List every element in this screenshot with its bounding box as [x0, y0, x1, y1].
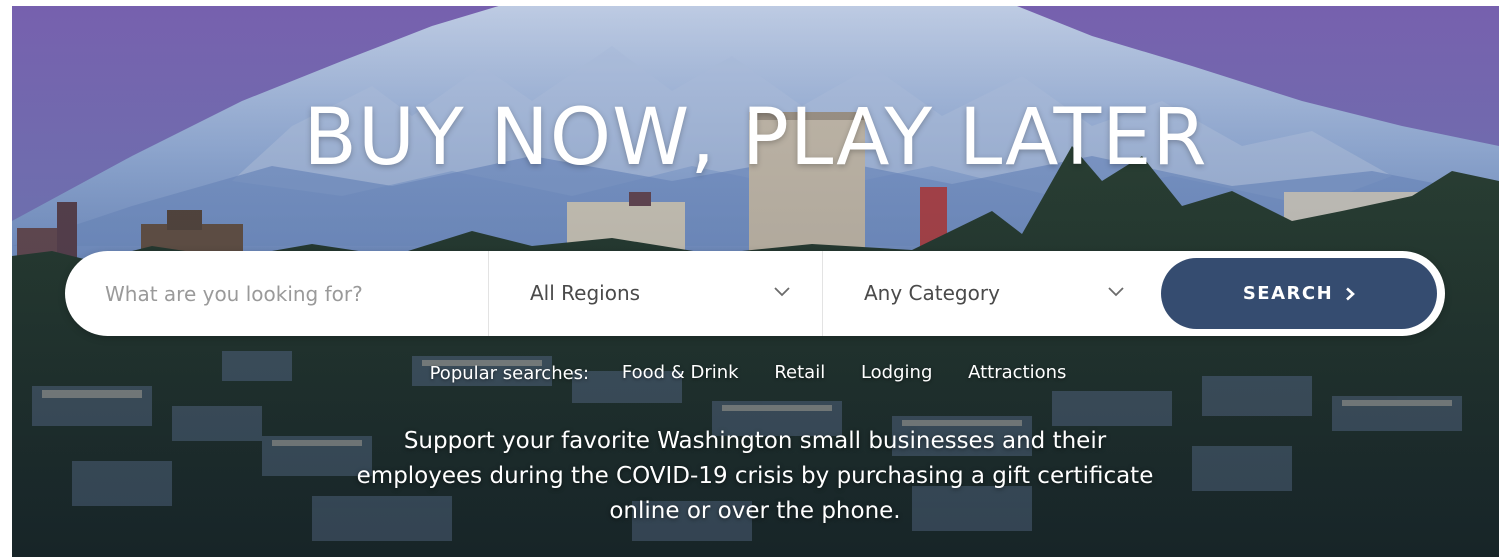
chevron-right-icon: [1346, 287, 1356, 300]
chevron-down-icon: [774, 287, 790, 297]
hero-headline: BUY NOW, PLAY LATER: [303, 93, 1208, 183]
popular-link-retail[interactable]: Retail: [774, 362, 825, 383]
popular-link-food-drink[interactable]: Food & Drink: [622, 362, 739, 383]
region-select-value: All Regions: [530, 281, 641, 305]
popular-link-attractions[interactable]: Attractions: [968, 362, 1066, 383]
category-select-value: Any Category: [864, 281, 1000, 305]
hero-banner: BUY NOW, PLAY LATER All Regions Any Cate…: [12, 6, 1499, 557]
category-select[interactable]: Any Category: [822, 251, 1156, 336]
popular-link-lodging[interactable]: Lodging: [861, 362, 932, 383]
popular-searches-label: Popular searches:: [429, 362, 590, 384]
search-bar: All Regions Any Category SEARCH: [65, 251, 1445, 336]
chevron-down-icon: [1108, 287, 1124, 297]
search-button[interactable]: SEARCH: [1161, 258, 1437, 329]
search-input[interactable]: [103, 271, 487, 317]
search-button-label: SEARCH: [1242, 283, 1334, 304]
hero-tagline: Support your favorite Washington small b…: [356, 428, 1154, 524]
popular-searches: Popular searches: Food & Drink Retail Lo…: [12, 362, 1499, 384]
region-select[interactable]: All Regions: [488, 251, 822, 336]
